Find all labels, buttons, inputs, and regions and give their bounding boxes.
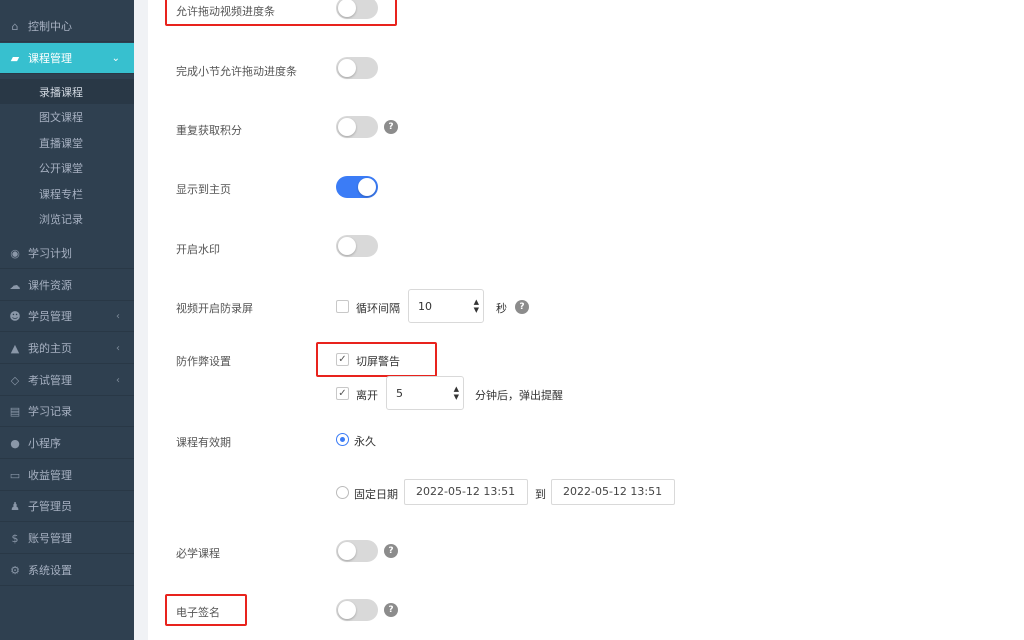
validity-forever-label: 永久 [354,435,376,448]
subnav-browse-history[interactable]: 浏览记录 [0,206,134,231]
date-range-separator: 到 [535,488,546,501]
interval-unit: 秒 [496,302,507,315]
nav-item-my-homepage[interactable]: ▲ 我的主页 ‹ [0,333,134,364]
allow-drag-toggle[interactable] [336,0,378,19]
validity-fixed-radio[interactable] [336,486,349,499]
eye-icon: ◉ [10,246,20,260]
nav-item-revenue[interactable]: ▭ 收益管理 [0,460,134,491]
nav-item-system-settings[interactable]: ⚙ 系统设置 [0,555,134,586]
tag-icon: ◇ [10,373,20,387]
end-date-input[interactable]: 2022-05-12 13:51 [551,479,675,505]
validity-label: 课程有效期 [176,436,231,449]
book-icon: ▰ [10,51,20,65]
gear-icon: ⚙ [10,563,20,577]
nav-label: 账号管理 [28,532,72,545]
nav-label: 学习记录 [28,405,72,418]
stepper-arrows-icon[interactable]: ▲ ▼ [454,385,459,401]
loop-interval-stepper[interactable]: 10 ▲ ▼ [408,289,484,323]
leave-minutes-stepper[interactable]: 5 ▲ ▼ [386,376,464,410]
wechat-icon: ● [10,436,20,450]
esign-toggle[interactable] [336,599,378,621]
show-home-label: 显示到主页 [176,183,231,196]
nav-label: 课程管理 [28,52,72,65]
nav-item-students[interactable]: ☻ 学员管理 ‹ [0,301,134,332]
allow-drag-label: 允许拖动视频进度条 [176,5,275,18]
nav-item-sub-admin[interactable]: ♟ 子管理员 [0,491,134,522]
subnav-graphic-course[interactable]: 图文课程 [0,104,134,129]
leave-suffix: 分钟后，弹出提醒 [475,389,563,402]
credit-card-icon: ▭ [9,468,21,482]
nav-label: 学员管理 [28,310,72,323]
watermark-toggle[interactable] [336,235,378,257]
user-lock-icon: ♟ [10,499,20,513]
required-course-label: 必学课程 [176,547,220,560]
leave-label: 离开 [356,389,378,402]
chevron-left-icon: ‹ [116,310,120,322]
nav-item-study-plan[interactable]: ◉ 学习计划 [0,238,134,269]
nav-item-exams[interactable]: ◇ 考试管理 ‹ [0,365,134,396]
nav-label: 小程序 [28,437,61,450]
subnav-recorded-course[interactable]: 录播课程 [0,79,134,104]
help-icon[interactable]: ? [384,603,398,617]
notebook-icon: ▤ [9,404,21,418]
chevron-left-icon: ‹ [116,342,120,354]
help-icon[interactable]: ? [515,300,529,314]
nav-item-control-center[interactable]: ⌂ 控制中心 [0,11,134,42]
esign-label: 电子签名 [176,606,220,619]
chevron-left-icon: ‹ [116,374,120,386]
subnav-course-column[interactable]: 课程专栏 [0,181,134,206]
validity-fixed-label: 固定日期 [354,488,398,501]
loop-interval-checkbox[interactable] [336,300,349,313]
help-icon[interactable]: ? [384,544,398,558]
show-home-toggle[interactable] [336,176,378,198]
required-course-toggle[interactable] [336,540,378,562]
nav-label: 子管理员 [28,500,72,513]
repeat-points-label: 重复获取积分 [176,124,242,137]
nav-label: 我的主页 [28,342,72,355]
nav-label: 系统设置 [28,564,72,577]
leave-checkbox[interactable]: ✓ [336,387,349,400]
nav-item-course-management[interactable]: ▰ 课程管理 ⌄ [0,43,134,74]
help-icon[interactable]: ? [384,120,398,134]
start-date-input[interactable]: 2022-05-12 13:51 [404,479,528,505]
nav-label: 课件资源 [28,279,72,292]
nav-item-mini-program[interactable]: ● 小程序 [0,428,134,459]
subnav-live-class[interactable]: 直播课堂 [0,130,134,155]
stepper-value: 5 [396,387,403,400]
nav-item-study-records[interactable]: ▤ 学习记录 [0,396,134,427]
sidebar: ⌂ 控制中心 ▰ 课程管理 ⌄ 录播课程 图文课程 直播课堂 公开课堂 课程专栏… [0,0,134,640]
anti-cheat-label: 防作弊设置 [176,355,231,368]
allow-drag-after-section-label: 完成小节允许拖动进度条 [176,65,297,78]
nav-label: 学习计划 [28,247,72,260]
chevron-down-icon: ⌄ [111,52,120,64]
stepper-arrows-icon[interactable]: ▲ ▼ [474,298,479,314]
allow-drag-after-section-toggle[interactable] [336,57,378,79]
cloud-icon: ☁ [9,278,21,292]
nav-label: 控制中心 [28,20,72,33]
users-icon: ☻ [9,309,21,323]
stepper-value: 10 [418,300,432,313]
graduation-cap-icon: ▲ [10,341,20,355]
home-icon: ⌂ [11,19,19,33]
watermark-label: 开启水印 [176,243,220,256]
validity-forever-radio[interactable] [336,433,349,446]
anti-record-label: 视频开启防录屏 [176,302,253,315]
nav-item-accounts[interactable]: $ 账号管理 [0,523,134,554]
repeat-points-toggle[interactable] [336,116,378,138]
switch-warning-checkbox[interactable]: ✓ [336,353,349,366]
course-settings-form: 允许拖动视频进度条 完成小节允许拖动进度条 重复获取积分 ? 显示到主页 开启水… [148,0,1024,640]
nav-label: 收益管理 [28,469,72,482]
switch-warning-label: 切屏警告 [356,355,400,368]
loop-interval-label: 循环间隔 [356,302,400,315]
subnav-open-class[interactable]: 公开课堂 [0,155,134,180]
dollar-icon: $ [11,531,19,545]
nav-label: 考试管理 [28,374,72,387]
nav-item-courseware[interactable]: ☁ 课件资源 [0,270,134,301]
